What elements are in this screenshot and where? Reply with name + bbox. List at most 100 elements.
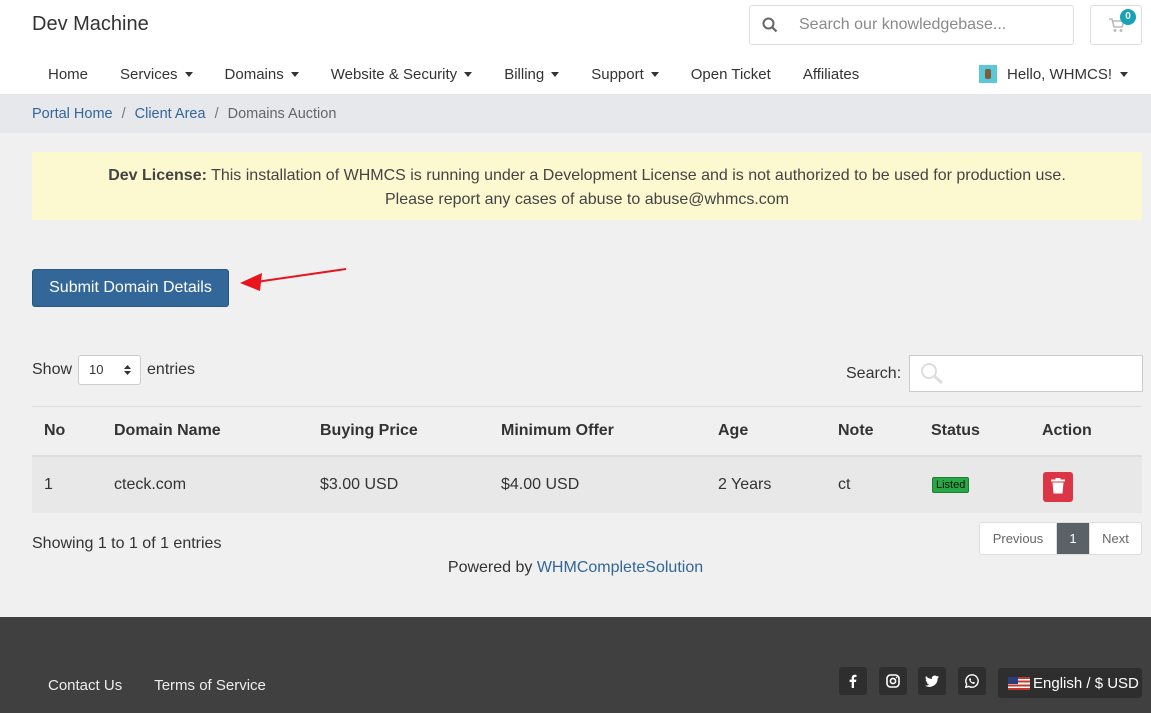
powered-by: Powered by WHMCompleteSolution [0, 559, 1151, 577]
powered-by-prefix: Powered by [447, 559, 537, 576]
th-age[interactable]: Age [718, 422, 748, 440]
facebook-button[interactable] [839, 667, 867, 695]
entries-select-value: 10 [89, 362, 104, 377]
nav-support[interactable]: Support [575, 62, 675, 86]
cell-no: 1 [44, 476, 53, 493]
whatsapp-button[interactable] [958, 667, 986, 695]
caret-down-icon [464, 71, 473, 77]
pagination-next[interactable]: Next [1089, 523, 1141, 554]
updown-icon [124, 365, 132, 375]
footer-terms-of-service[interactable]: Terms of Service [154, 677, 266, 694]
breadcrumb-separator: / [121, 105, 126, 122]
footer-contact-us[interactable]: Contact Us [48, 677, 122, 694]
language-currency-label: English / $ USD [1033, 674, 1139, 692]
domains-table: No Domain Name Buying Price Minimum Offe… [32, 406, 1142, 513]
footer: Contact Us Terms of Service English / $ … [0, 617, 1151, 713]
nav-services[interactable]: Services [104, 62, 209, 86]
nav-label: Open Ticket [690, 65, 771, 83]
nav-home[interactable]: Home [32, 62, 104, 86]
search-icon [921, 363, 944, 385]
alert-text: This installation of WHMCS is running un… [206, 167, 1066, 184]
search-icon [762, 17, 778, 33]
dev-license-alert: Dev License: This installation of WHMCS … [32, 152, 1142, 220]
nav-label: Website & Security [330, 65, 458, 83]
nav-label: Domains [224, 65, 284, 83]
submit-domain-details-button[interactable]: Submit Domain Details [32, 269, 229, 307]
th-domain-name[interactable]: Domain Name [114, 422, 221, 440]
caret-down-icon [1120, 71, 1129, 77]
alert-strong: Dev License: [108, 167, 207, 184]
user-menu[interactable]: Hello, WHMCS! [979, 62, 1129, 86]
powered-by-link[interactable]: WHMCompleteSolution [537, 559, 703, 576]
us-flag-icon [1008, 676, 1030, 690]
language-currency-button[interactable]: English / $ USD [998, 668, 1142, 698]
cell-minimum-offer: $4.00 USD [501, 476, 580, 493]
th-no[interactable]: No [44, 422, 65, 440]
breadcrumb-portal-home[interactable]: Portal Home [32, 106, 113, 122]
th-note[interactable]: Note [838, 422, 874, 440]
caret-down-icon [650, 71, 659, 77]
table-search-label: Search: [846, 364, 902, 382]
nav-affiliates[interactable]: Affiliates [787, 62, 875, 86]
instagram-button[interactable] [879, 667, 907, 695]
pagination-page-1[interactable]: 1 [1057, 523, 1089, 554]
footer-links: Contact Us Terms of Service [48, 677, 298, 694]
th-action[interactable]: Action [1042, 422, 1092, 440]
th-minimum-offer[interactable]: Minimum Offer [501, 422, 614, 440]
th-buying-price[interactable]: Buying Price [320, 422, 418, 440]
table-row: 1 cteck.com $3.00 USD $4.00 USD 2 Years … [32, 457, 1142, 513]
nav-billing[interactable]: Billing [488, 62, 575, 86]
showing-entries-info: Showing 1 to 1 of 1 entries [32, 535, 222, 552]
nav-label: Affiliates [802, 65, 860, 83]
brand-logo[interactable]: Dev Machine [32, 13, 149, 36]
twitter-button[interactable] [918, 667, 946, 695]
trash-icon [1051, 478, 1065, 494]
main-nav: Home Services Domains Website & Security… [32, 62, 875, 86]
breadcrumb-separator: / [214, 105, 219, 122]
nav-domains[interactable]: Domains [209, 62, 315, 86]
breadcrumb: Portal Home / Client Area / Domains Auct… [0, 94, 1151, 133]
cart-button[interactable]: 0 [1090, 5, 1142, 45]
facebook-icon [849, 674, 857, 688]
instagram-icon [886, 674, 900, 688]
action-cell [1043, 470, 1073, 502]
show-label: Show [32, 361, 73, 378]
entries-select[interactable]: 10 [78, 355, 142, 385]
nav-open-ticket[interactable]: Open Ticket [675, 62, 787, 86]
red-arrow-annotation [240, 268, 347, 291]
cell-age: 2 Years [718, 476, 772, 493]
status-badge: Listed [932, 477, 970, 493]
breadcrumb-client-area[interactable]: Client Area [135, 106, 206, 122]
caret-down-icon [290, 71, 299, 77]
nav-label: Support [591, 65, 644, 83]
nav-label: Home [48, 65, 89, 83]
th-status[interactable]: Status [931, 422, 980, 440]
whatsapp-icon [965, 674, 979, 688]
alert-line-1: Dev License: This installation of WHMCS … [32, 164, 1142, 188]
pagination: Previous 1 Next [979, 522, 1142, 555]
twitter-icon [925, 675, 939, 687]
nav-label: Services [120, 65, 178, 83]
entries-label: entries [147, 361, 196, 378]
knowledgebase-search-input[interactable] [790, 6, 1070, 44]
table-search: Search: [846, 355, 1144, 392]
breadcrumb-current: Domains Auction [227, 105, 337, 122]
header: Dev Machine 0 Home Services Domains Webs… [0, 0, 1151, 94]
nav-website-security[interactable]: Website & Security [315, 62, 488, 86]
alert-line-2: Please report any cases of abuse to abus… [385, 191, 789, 208]
caret-down-icon [551, 71, 560, 77]
delete-button[interactable] [1043, 472, 1073, 502]
nav-label: Billing [504, 65, 545, 83]
cart-count-badge: 0 [1120, 9, 1136, 25]
cell-buying-price: $3.00 USD [320, 476, 399, 493]
user-greeting: Hello, WHMCS! [1007, 65, 1113, 83]
table-header-row: No Domain Name Buying Price Minimum Offe… [32, 407, 1142, 457]
show-entries: Show 10 entries [32, 355, 195, 385]
table-search-input[interactable] [909, 355, 1144, 392]
knowledgebase-search[interactable] [749, 5, 1074, 45]
pagination-previous[interactable]: Previous [980, 523, 1057, 554]
cell-domain-name: cteck.com [114, 476, 187, 493]
cell-note: ct [838, 476, 851, 493]
caret-down-icon [184, 71, 193, 77]
avatar [979, 65, 997, 83]
